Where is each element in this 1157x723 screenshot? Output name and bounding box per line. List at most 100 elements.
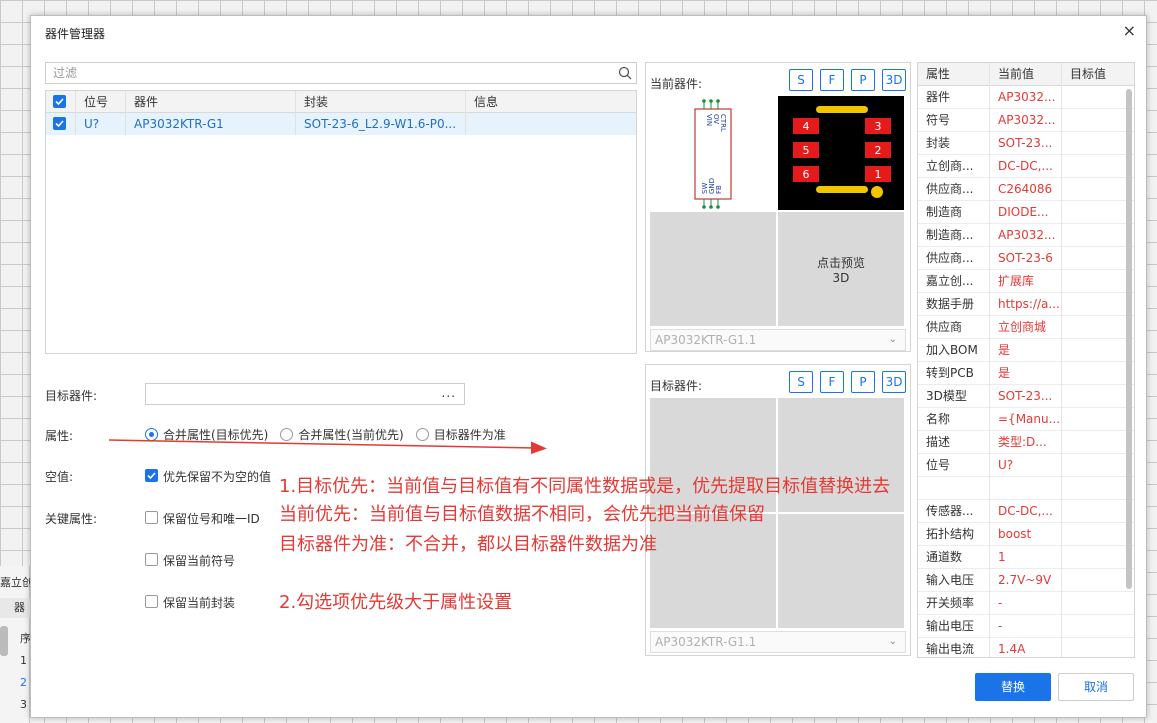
3d-preview[interactable] xyxy=(778,514,904,628)
table-row[interactable]: 输出电流 1.4A xyxy=(918,638,1134,657)
target-device-input[interactable]: ... xyxy=(145,383,465,405)
cell-target-value[interactable] xyxy=(1062,638,1124,657)
footprint-preview[interactable]: 4 3 5 2 6 1 xyxy=(778,96,904,210)
table-row[interactable]: 拓扑结构 boost xyxy=(918,523,1134,546)
table-row[interactable]: 供应商... SOT-23-6 xyxy=(918,247,1134,270)
table-row[interactable]: 通道数 1 xyxy=(918,546,1134,569)
column-header-info[interactable]: 信息 xyxy=(466,91,636,113)
table-row[interactable]: 数据手册 https://a... xyxy=(918,293,1134,316)
checkbox-unchecked[interactable] xyxy=(145,511,158,524)
cell-target-value[interactable] xyxy=(1062,201,1124,224)
table-row[interactable] xyxy=(918,477,1134,500)
cell-target-value[interactable] xyxy=(1062,247,1124,270)
column-header-designator[interactable]: 位号 xyxy=(76,91,126,113)
table-row[interactable]: 描述 类型:D... xyxy=(918,431,1134,454)
symbol-view-button[interactable]: S xyxy=(789,69,813,91)
table-row[interactable]: 封装 SOT-23... xyxy=(918,132,1134,155)
table-row[interactable]: 供应商... C264086 xyxy=(918,178,1134,201)
symbol-preview[interactable]: VIN OV CTRL SW GND FB xyxy=(650,96,776,210)
table-row[interactable]: 转到PCB 是 xyxy=(918,362,1134,385)
table-row[interactable]: 加入BOM 是 xyxy=(918,339,1134,362)
3d-preview-placeholder[interactable]: 点击预览 3D xyxy=(778,212,904,326)
column-header-current[interactable]: 当前值 xyxy=(990,63,1062,86)
cell-target-value[interactable] xyxy=(1062,477,1124,500)
cell-target-value[interactable] xyxy=(1062,155,1124,178)
empty-value-label: 空值: xyxy=(45,470,74,484)
cell-target-value[interactable] xyxy=(1062,431,1124,454)
background-row[interactable]: 2 xyxy=(0,672,30,694)
cell-target-value[interactable] xyxy=(1062,86,1124,109)
table-row[interactable]: 传感器... DC-DC,... xyxy=(918,500,1134,523)
table-row[interactable]: 名称 ={Manu... xyxy=(918,408,1134,431)
table-row[interactable]: 符号 AP3032... xyxy=(918,109,1134,132)
close-icon[interactable]: × xyxy=(1123,21,1136,40)
cell-target-value[interactable] xyxy=(1062,385,1124,408)
browse-button[interactable]: ... xyxy=(442,386,456,400)
column-header-device[interactable]: 器件 xyxy=(126,91,296,113)
filter-input[interactable] xyxy=(46,63,606,83)
cell-target-value[interactable] xyxy=(1062,109,1124,132)
table-row[interactable]: 制造商 DIODE... xyxy=(918,201,1134,224)
table-row[interactable]: 开关频率 - xyxy=(918,592,1134,615)
cell-current-value: 扩展库 xyxy=(990,270,1062,293)
table-row[interactable]: 供应商 立创商城 xyxy=(918,316,1134,339)
background-panel-tab[interactable]: 嘉立创 xyxy=(0,574,33,590)
cell-target-value[interactable] xyxy=(1062,500,1124,523)
cell-target-value[interactable] xyxy=(1062,523,1124,546)
cell-target-value[interactable] xyxy=(1062,569,1124,592)
cell-target-value[interactable] xyxy=(1062,270,1124,293)
pcb-preview[interactable] xyxy=(650,514,776,628)
background-row[interactable]: 1 xyxy=(0,650,30,672)
pcb-view-button[interactable]: P xyxy=(851,69,875,91)
cell-target-value[interactable] xyxy=(1062,592,1124,615)
table-row[interactable]: 器件 AP3032... xyxy=(918,86,1134,109)
cell-target-value[interactable] xyxy=(1062,132,1124,155)
checkbox-unchecked[interactable] xyxy=(145,553,158,566)
keep-current-footprint-checkbox[interactable]: 保留当前封装 xyxy=(145,594,235,611)
cell-target-value[interactable] xyxy=(1062,224,1124,247)
cell-target-value[interactable] xyxy=(1062,293,1124,316)
3d-view-button[interactable]: 3D xyxy=(882,69,906,91)
cell-target-value[interactable] xyxy=(1062,316,1124,339)
3d-view-button[interactable]: 3D xyxy=(882,371,906,393)
cell-target-value[interactable] xyxy=(1062,615,1124,638)
keep-current-symbol-checkbox[interactable]: 保留当前符号 xyxy=(145,552,235,569)
keep-designator-uid-checkbox[interactable]: 保留位号和唯一ID xyxy=(145,510,260,527)
search-icon[interactable] xyxy=(618,66,632,80)
pcb-view-button[interactable]: P xyxy=(851,371,875,393)
select-all-checkbox[interactable] xyxy=(46,91,76,113)
cell-target-value[interactable] xyxy=(1062,546,1124,569)
cell-target-value[interactable] xyxy=(1062,454,1124,477)
background-row[interactable]: 3 xyxy=(0,694,30,716)
scrollbar[interactable] xyxy=(1126,89,1132,589)
cell-target-value[interactable] xyxy=(1062,362,1124,385)
column-header-target[interactable]: 目标值 xyxy=(1062,63,1124,86)
checkbox-unchecked[interactable] xyxy=(145,595,158,608)
replace-button[interactable]: 替换 xyxy=(975,673,1051,701)
column-header-footprint[interactable]: 封装 xyxy=(296,91,466,113)
table-row[interactable]: 立创商... DC-DC,... xyxy=(918,155,1134,178)
table-row[interactable]: 制造商... AP3032... xyxy=(918,224,1134,247)
current-device-select[interactable]: AP3032KTR-G1.1 ⌄ xyxy=(650,329,906,351)
cell-target-value[interactable] xyxy=(1062,178,1124,201)
footprint-view-button[interactable]: F xyxy=(820,69,844,91)
table-row[interactable]: 3D模型 SOT-23... xyxy=(918,385,1134,408)
table-row[interactable]: 输入电压 2.7V~9V xyxy=(918,569,1134,592)
checkbox-checked[interactable] xyxy=(145,469,158,482)
prefer-non-empty-checkbox[interactable]: 优先保留不为空的值 xyxy=(145,468,271,485)
table-row[interactable]: U? AP3032KTR-G1 SOT-23-6_L2.9-W1.6-P0... xyxy=(46,113,636,135)
table-row[interactable]: 输出电压 - xyxy=(918,615,1134,638)
filter-field[interactable] xyxy=(45,62,637,84)
column-header-attribute[interactable]: 属性 xyxy=(918,63,990,86)
cell-target-value[interactable] xyxy=(1062,339,1124,362)
table-row[interactable]: 位号 U? xyxy=(918,454,1134,477)
annotation-text: 2.勾选项优先级大于属性设置 xyxy=(279,592,513,613)
symbol-view-button[interactable]: S xyxy=(789,371,813,393)
table-row[interactable]: 嘉立创... 扩展库 xyxy=(918,270,1134,293)
target-device-select[interactable]: AP3032KTR-G1.1 ⌄ xyxy=(650,631,906,653)
cell-target-value[interactable] xyxy=(1062,408,1124,431)
footprint-view-button[interactable]: F xyxy=(820,371,844,393)
cancel-button[interactable]: 取消 xyxy=(1058,673,1134,701)
row-checkbox[interactable] xyxy=(46,113,76,135)
pcb-preview[interactable] xyxy=(650,212,776,326)
